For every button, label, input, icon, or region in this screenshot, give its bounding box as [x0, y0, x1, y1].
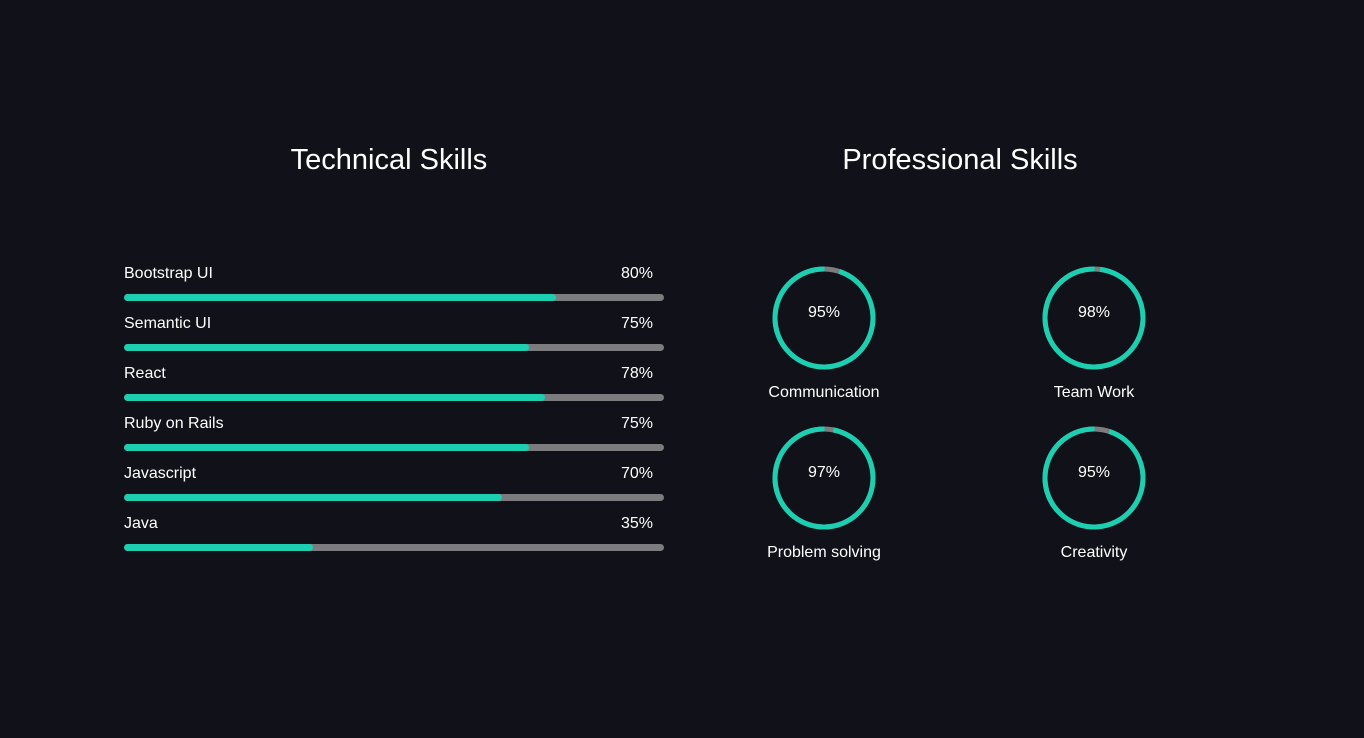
skill-name: React — [124, 365, 166, 382]
professional-skill-creativity: 95% Creativity — [1004, 425, 1184, 563]
skill-percent: 78% — [620, 365, 653, 382]
skill-percent: 70% — [620, 465, 653, 482]
ring-percent: 95% — [1077, 464, 1111, 481]
progress-bar-track — [124, 494, 664, 501]
skill-name: Ruby on Rails — [124, 415, 224, 432]
professional-skill-team-work: 98% Team Work — [1004, 265, 1184, 403]
progress-bar-track — [124, 394, 664, 401]
circular-progress: 95% — [771, 265, 877, 371]
progress-bar-track — [124, 544, 664, 551]
technical-skills-title: Technical Skills — [290, 144, 488, 176]
skill-name: Java — [124, 515, 158, 532]
skill-name: Javascript — [124, 465, 197, 482]
skill-react: React 78% — [124, 364, 664, 414]
progress-bar-fill — [124, 344, 529, 351]
skill-name: Semantic UI — [124, 315, 212, 332]
ring-percent: 97% — [807, 464, 841, 481]
progress-bar-fill — [124, 444, 529, 451]
circular-progress: 98% — [1041, 265, 1147, 371]
professional-skill-communication: 95% Communication — [734, 265, 914, 403]
ring-label: Problem solving — [767, 544, 881, 561]
ring-percent: 98% — [1077, 304, 1111, 321]
skill-semantic-ui: Semantic UI 75% — [124, 314, 664, 364]
skill-bootstrap-ui: Bootstrap UI 80% — [124, 264, 664, 314]
ring-label: Communication — [768, 384, 880, 401]
ring-percent: 95% — [807, 304, 841, 321]
skill-java: Java 35% — [124, 514, 664, 564]
skills-page: Technical Skills Professional Skills Boo… — [0, 0, 1364, 738]
progress-bar-fill — [124, 294, 556, 301]
progress-bar-fill — [124, 394, 546, 401]
progress-bar-fill — [124, 544, 313, 551]
skill-percent: 75% — [620, 315, 653, 332]
circular-progress: 97% — [771, 425, 877, 531]
progress-bar-fill — [124, 494, 502, 501]
skill-ruby-on-rails: Ruby on Rails 75% — [124, 414, 664, 464]
skill-percent: 80% — [620, 265, 653, 282]
circular-progress: 95% — [1041, 425, 1147, 531]
ring-label: Team Work — [1053, 384, 1135, 401]
skill-javascript: Javascript 70% — [124, 464, 664, 514]
ring-label: Creativity — [1060, 544, 1128, 561]
professional-skill-problem-solving: 97% Problem solving — [734, 425, 914, 563]
skill-percent: 35% — [620, 515, 653, 532]
progress-bar-track — [124, 444, 664, 451]
professional-skills-title: Professional Skills — [842, 144, 1078, 176]
technical-skills-list: Bootstrap UI 80% Semantic UI 75% React 7… — [124, 264, 664, 564]
skill-percent: 75% — [620, 415, 653, 432]
progress-bar-track — [124, 294, 664, 301]
progress-bar-track — [124, 344, 664, 351]
skill-name: Bootstrap UI — [124, 265, 213, 282]
